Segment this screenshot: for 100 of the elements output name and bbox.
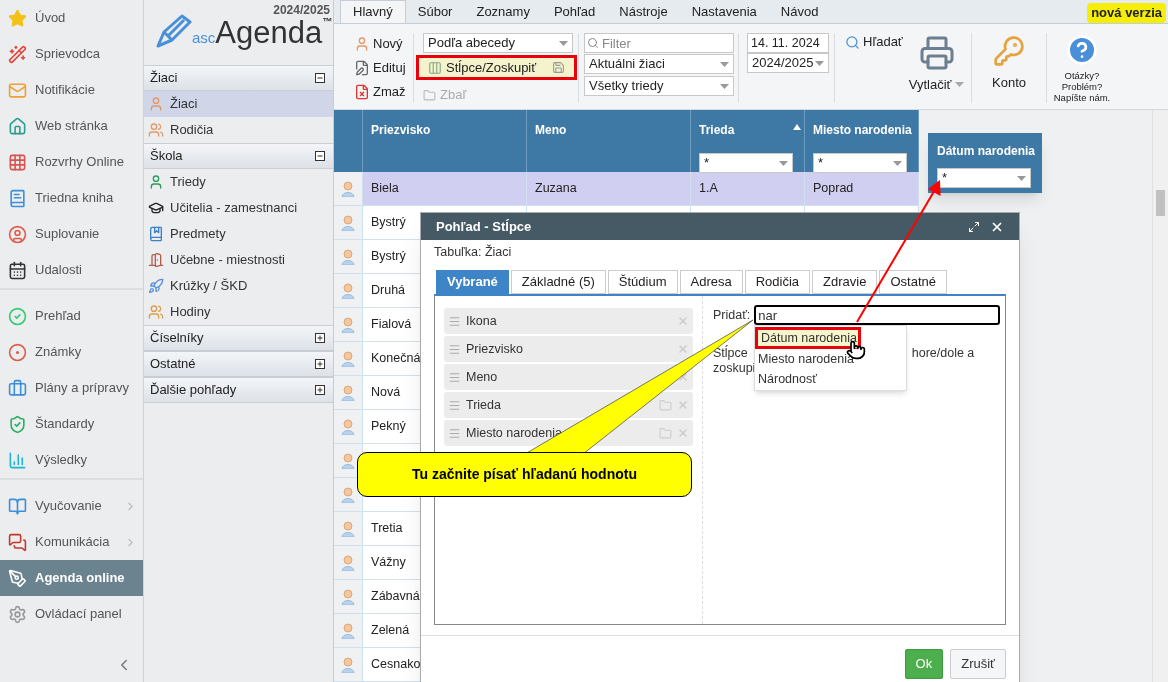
tab[interactable]: Adresa	[679, 270, 743, 294]
section-header[interactable]: Ďalšie pohľady	[144, 377, 333, 403]
print-button[interactable]: Vytlačiť	[908, 33, 965, 103]
students-select[interactable]: Aktuálni žiaci	[584, 54, 734, 74]
person-icon	[354, 36, 370, 52]
account-button[interactable]: Konto	[972, 33, 1047, 103]
sidebar-item[interactable]: Suplovanie	[0, 216, 143, 252]
sidebar-item[interactable]: Rozvrhy Online	[0, 144, 143, 180]
menu-tab[interactable]: Súbor	[405, 0, 465, 23]
section-header[interactable]: Číselníky	[144, 325, 333, 351]
column-header[interactable]: Priezvisko	[363, 110, 527, 172]
column-item[interactable]: Ikona	[444, 308, 693, 334]
mail-icon	[8, 80, 27, 100]
nav-item[interactable]: Rodičia	[144, 117, 333, 143]
person-icon	[341, 350, 355, 367]
scrollbar-thumb[interactable]	[1156, 190, 1165, 216]
nav-item[interactable]: Učitelia - zamestnanci	[144, 195, 333, 221]
filter-select[interactable]: *	[699, 153, 793, 173]
column-header[interactable]: Trieda *	[691, 110, 805, 172]
school-year: 2024/2025	[273, 2, 330, 18]
pen-logo-icon	[156, 14, 192, 48]
sort-select[interactable]: Podľa abecedy	[423, 33, 573, 53]
filter-select[interactable]: *	[937, 168, 1031, 188]
nav-item[interactable]: Žiaci	[144, 91, 333, 117]
sidebar-item[interactable]: Prehľad	[0, 298, 143, 334]
sidebar-item[interactable]: Štandardy	[0, 406, 143, 442]
toolbar-button[interactable]: Edituj	[354, 57, 413, 79]
menu-tab[interactable]: Nastavenia	[679, 0, 769, 23]
nav-item[interactable]: Učebne - miestnosti	[144, 247, 333, 273]
help-button[interactable]: Otázky? Problém? Napíšte nám.	[1047, 33, 1117, 103]
tab[interactable]: Štúdium	[607, 270, 678, 294]
columns-button[interactable]: Stĺpce/Zoskupiť	[416, 55, 577, 80]
class-select[interactable]: Všetky triedy	[584, 76, 734, 96]
column-title: Trieda	[699, 122, 735, 139]
sidebar-item[interactable]: Komunikácia	[0, 524, 143, 560]
column-item[interactable]: Priezvisko	[444, 336, 693, 362]
tab[interactable]: Ostatné	[879, 270, 947, 294]
scrollbar[interactable]	[1152, 110, 1168, 682]
menu-tab[interactable]: Pohľad	[541, 0, 608, 23]
caret-icon	[893, 160, 902, 166]
sidebar-item[interactable]: Udalosti	[0, 252, 143, 288]
new-version-badge[interactable]: nová verzia	[1087, 3, 1166, 23]
table-cell-text: Bystrý	[371, 214, 406, 232]
maximize-icon[interactable]	[968, 220, 980, 233]
section-header[interactable]: Žiaci	[144, 65, 333, 91]
sidebar-item[interactable]: Notifikácie	[0, 72, 143, 108]
sidebar-item[interactable]: Výsledky	[0, 442, 143, 478]
sidebar-item[interactable]: Známky	[0, 334, 143, 370]
suggestion-item[interactable]: Dátum narodenia	[755, 327, 861, 349]
menu-tab[interactable]: Nástroje	[607, 0, 680, 23]
cancel-button[interactable]: Zrušiť	[950, 649, 1006, 679]
menu-tab[interactable]: Zoznamy	[464, 0, 542, 23]
sidebar-item[interactable]: Triedna kniha	[0, 180, 143, 216]
remove-icon	[677, 343, 689, 355]
drag-handle-icon	[448, 370, 461, 384]
menu-tab[interactable]: Návod	[768, 0, 831, 23]
shield-icon	[8, 414, 27, 434]
sidebar-item[interactable]: Web stránka	[0, 108, 143, 144]
bar-chart-icon	[8, 450, 27, 470]
nav-item[interactable]: Krúžky / ŠKD	[144, 273, 333, 299]
section-header[interactable]: Ostatné	[144, 351, 333, 377]
filter-field[interactable]: Filter	[584, 33, 734, 53]
trademark: ™	[322, 15, 333, 27]
hint-text: Stĺpce	[713, 346, 748, 361]
nav-item[interactable]: Hodiny	[144, 299, 333, 325]
sidebar-item[interactable]: Agenda online	[0, 560, 143, 596]
tab[interactable]: Rodičia	[744, 270, 811, 294]
section-header[interactable]: Škola	[144, 143, 333, 169]
sidebar-item[interactable]: Sprievodca	[0, 36, 143, 72]
year-select[interactable]: 2024/2025	[747, 53, 829, 73]
sidebar-item[interactable]: Vyučovanie	[0, 488, 143, 524]
toolbar-button[interactable]: Zmaž	[354, 81, 413, 103]
book-icon	[8, 188, 27, 208]
folder-icon	[659, 398, 672, 412]
tab[interactable]: Vybrané	[436, 270, 509, 294]
column-header	[334, 110, 363, 172]
logo-prefix: asc	[192, 30, 216, 45]
sidebar-item[interactable]: Ovládací panel	[0, 596, 143, 632]
menu-tab[interactable]: Hlavný	[340, 0, 406, 23]
dialog-title: Pohľad - Stĺpce	[436, 217, 533, 236]
tab[interactable]: Základné (5)	[510, 270, 606, 294]
sidebar-item[interactable]: Plány a prípravy	[0, 370, 143, 406]
column-header[interactable]: Meno	[527, 110, 691, 172]
nav-item[interactable]: Predmety	[144, 221, 333, 247]
date-field[interactable]: 14. 11. 2024	[747, 33, 829, 53]
table-cell-text: Zelená	[371, 622, 410, 640]
nav-item[interactable]: Triedy	[144, 169, 333, 195]
suggestion-item[interactable]: Miesto narodenia	[755, 349, 906, 369]
caret-icon	[955, 82, 965, 88]
filter-select[interactable]: *	[813, 153, 907, 173]
remove-icon	[677, 371, 689, 383]
tab[interactable]: Zdravie	[812, 270, 878, 294]
add-column-field[interactable]: nar	[754, 305, 1001, 325]
column-header[interactable]: Miesto narodenia *	[805, 110, 919, 172]
suggestion-item[interactable]: Národnosť	[755, 369, 906, 389]
star-icon	[8, 8, 27, 28]
search-button[interactable]: Hľadať	[845, 33, 903, 51]
sidebar-item[interactable]: Úvod	[0, 0, 143, 36]
file-x-icon	[354, 84, 370, 100]
toolbar-button[interactable]: Nový	[354, 33, 413, 55]
